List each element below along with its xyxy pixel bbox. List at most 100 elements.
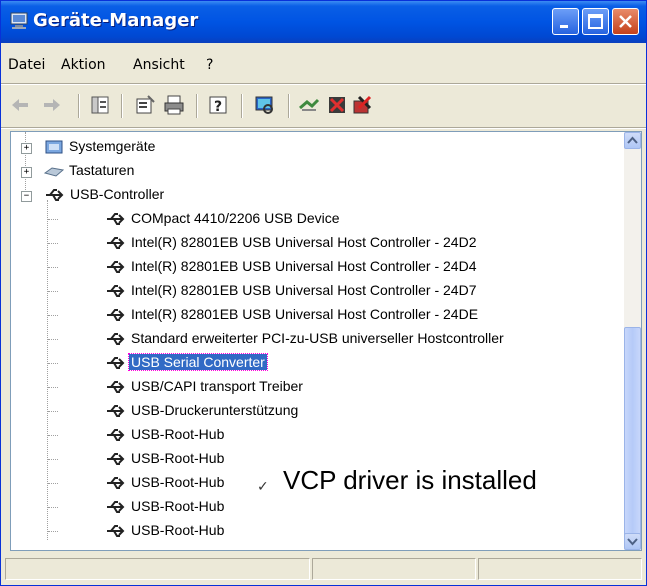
tree-item-label: USB-Root-Hub — [131, 498, 225, 514]
print-icon[interactable] — [163, 94, 185, 116]
tree-line — [48, 243, 58, 244]
tree-item-usb-device[interactable]: Intel(R) 82801EB USB Universal Host Cont… — [11, 231, 611, 255]
tree-line — [48, 363, 58, 364]
tree-item-keyboards[interactable]: + Tastaturen — [11, 159, 611, 183]
toolbar-separator — [78, 94, 80, 118]
toolbar-separator — [196, 94, 198, 118]
usb-device-icon — [107, 285, 125, 297]
tree-item-label: USB/CAPI transport Treiber — [131, 378, 303, 394]
tree-line — [48, 219, 58, 220]
usb-device-icon — [107, 429, 125, 441]
tree-item-usb-device[interactable]: USB Serial Converter — [11, 351, 611, 375]
status-cell — [312, 558, 476, 580]
status-cell — [478, 558, 642, 580]
update-driver-icon[interactable] — [298, 94, 320, 116]
disable-device-icon[interactable] — [326, 94, 348, 116]
tree-item-usb-device[interactable]: Standard erweiterter PCI-zu-USB universe… — [11, 327, 611, 351]
tree-item-label: USB-Root-Hub — [131, 474, 225, 490]
chevron-down-icon — [627, 538, 638, 546]
chevron-up-icon — [627, 136, 638, 144]
scroll-up-button[interactable] — [624, 132, 641, 149]
tree-item-label: Systemgeräte — [69, 138, 156, 154]
expand-toggle[interactable]: + — [21, 167, 32, 178]
checkmark-icon: ✓ — [257, 479, 269, 495]
tree-line — [48, 531, 58, 532]
tree-item-usb-device[interactable]: USB-Root-Hub — [11, 519, 611, 543]
scroll-down-button[interactable] — [624, 533, 641, 550]
title-bar[interactable]: Geräte-Manager — [1, 1, 646, 43]
minimize-icon — [560, 25, 568, 28]
maximize-button[interactable] — [582, 8, 609, 35]
usb-device-icon — [107, 213, 125, 225]
tree-item-usb-device[interactable]: Intel(R) 82801EB USB Universal Host Cont… — [11, 279, 611, 303]
usb-device-icon — [107, 261, 125, 273]
uninstall-device-icon[interactable] — [351, 94, 373, 116]
maximize-icon — [588, 14, 603, 29]
annotation-text: VCP driver is installed — [283, 465, 537, 495]
back-icon[interactable] — [9, 94, 31, 116]
usb-device-icon — [107, 357, 125, 369]
tree-line — [48, 315, 58, 316]
tree-line — [48, 339, 58, 340]
toolbar-separator-line — [1, 127, 646, 129]
help-icon[interactable]: ? — [207, 94, 229, 116]
menu-action[interactable]: Aktion — [61, 57, 106, 73]
menu-help[interactable]: ? — [206, 57, 213, 73]
scan-hardware-icon[interactable] — [253, 94, 275, 116]
tree-item-usb-controller[interactable]: − USB-Controller — [11, 183, 611, 207]
tree-item-label: Intel(R) 82801EB USB Universal Host Cont… — [131, 258, 477, 274]
tree-item-usb-device[interactable]: USB-Root-Hub — [11, 495, 611, 519]
tree-item-usb-device[interactable]: USB/CAPI transport Treiber — [11, 375, 611, 399]
keyboard-icon — [44, 167, 64, 177]
tree-item-label: Intel(R) 82801EB USB Universal Host Cont… — [131, 282, 477, 298]
tree-item-label: Intel(R) 82801EB USB Universal Host Cont… — [131, 234, 477, 250]
usb-device-icon — [107, 237, 125, 249]
vertical-scrollbar[interactable] — [624, 132, 641, 550]
menu-file[interactable]: Datei — [8, 57, 45, 73]
tree-item-label: Standard erweiterter PCI-zu-USB universe… — [131, 330, 504, 346]
tree-item-label: USB Serial Converter — [128, 353, 268, 371]
show-hide-tree-icon[interactable] — [89, 94, 111, 116]
tree-item-label: USB-Root-Hub — [131, 522, 225, 538]
status-cell — [5, 558, 310, 580]
forward-icon[interactable] — [41, 94, 63, 116]
tree-line — [48, 507, 58, 508]
usb-device-icon — [107, 333, 125, 345]
tree-item-system-devices[interactable]: + Systemgeräte — [11, 135, 611, 159]
tree-item-label: COMpact 4410/2206 USB Device — [131, 210, 340, 226]
tree-item-usb-device[interactable]: USB-Root-Hub — [11, 423, 611, 447]
close-icon — [619, 15, 632, 28]
toolbar-separator — [288, 94, 290, 118]
collapse-toggle[interactable]: − — [21, 191, 32, 202]
expand-toggle[interactable]: + — [21, 143, 32, 154]
menu-separator — [1, 83, 646, 85]
toolbar: ? — [1, 86, 646, 126]
tree-line — [48, 435, 58, 436]
tree-line — [48, 387, 58, 388]
close-button[interactable] — [612, 8, 639, 35]
tree-item-label: USB-Druckerunterstützung — [131, 402, 299, 418]
usb-device-icon — [107, 405, 125, 417]
toolbar-separator — [241, 94, 243, 118]
computer-icon — [10, 12, 28, 29]
menu-view[interactable]: Ansicht — [133, 57, 185, 73]
usb-device-icon — [107, 309, 125, 321]
tree-item-label: USB-Root-Hub — [131, 426, 225, 442]
tree-line — [48, 483, 58, 484]
usb-device-icon — [107, 381, 125, 393]
scrollbar-thumb[interactable] — [624, 327, 641, 537]
tree-item-label: USB-Controller — [70, 186, 165, 202]
tree-item-usb-device[interactable]: COMpact 4410/2206 USB Device — [11, 207, 611, 231]
tree-item-usb-device[interactable]: Intel(R) 82801EB USB Universal Host Cont… — [11, 255, 611, 279]
tree-item-usb-device[interactable]: USB-Druckerunterstützung — [11, 399, 611, 423]
system-devices-icon — [45, 140, 63, 154]
usb-device-icon — [107, 501, 125, 513]
usb-icon — [46, 189, 64, 201]
toolbar-separator — [121, 94, 123, 118]
usb-device-icon — [107, 477, 125, 489]
properties-icon[interactable] — [134, 94, 156, 116]
tree-line — [48, 267, 58, 268]
tree-item-usb-device[interactable]: Intel(R) 82801EB USB Universal Host Cont… — [11, 303, 611, 327]
minimize-button[interactable] — [552, 8, 579, 35]
window-title: Geräte-Manager — [33, 10, 199, 31]
